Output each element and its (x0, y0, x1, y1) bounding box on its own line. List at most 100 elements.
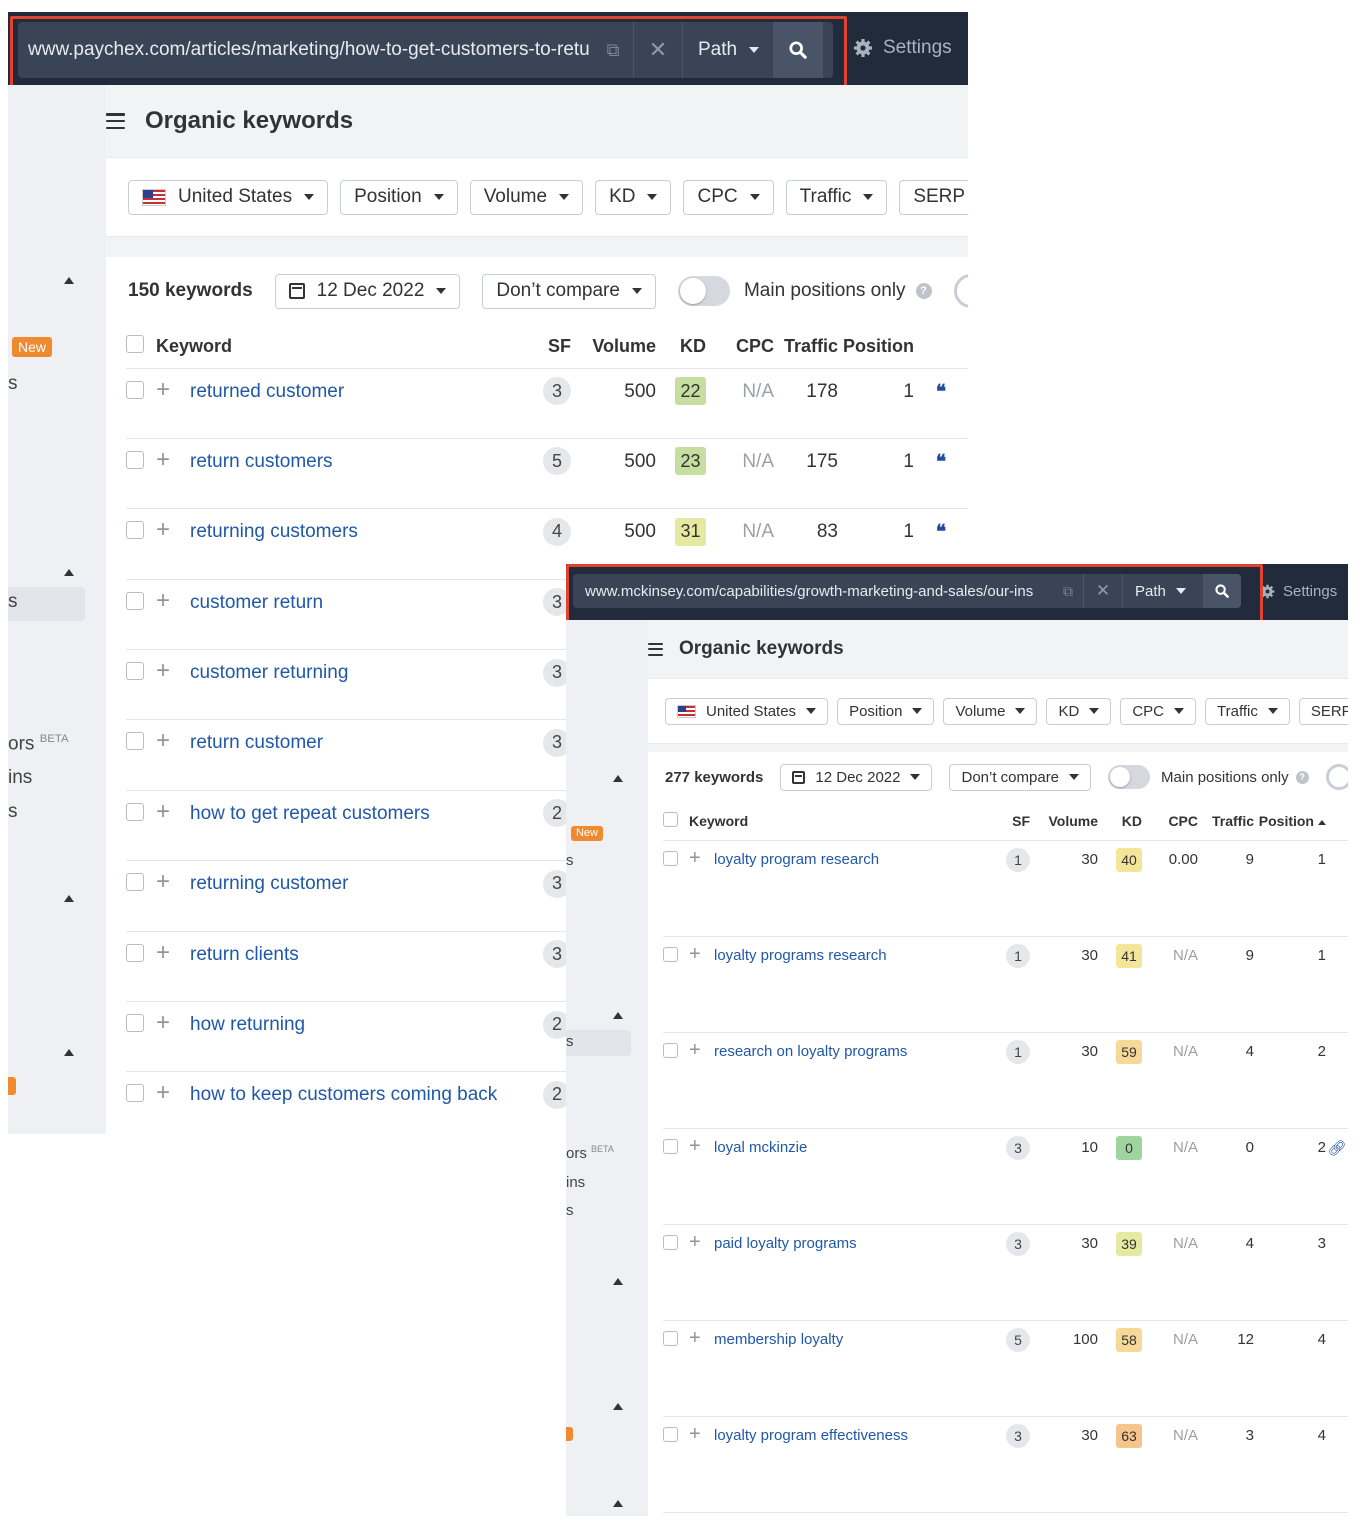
header-sf[interactable]: SF (530, 325, 571, 369)
collapse-caret-icon[interactable] (64, 277, 74, 284)
keyword-link[interactable]: how returning (190, 1014, 305, 1035)
sidebar-item-fragment[interactable]: s (566, 852, 574, 869)
keyword-link[interactable]: returning customer (190, 873, 348, 894)
add-keyword-icon[interactable]: + (156, 798, 170, 825)
menu-icon[interactable] (106, 113, 125, 129)
clear-icon[interactable]: ✕ (1083, 574, 1123, 608)
add-keyword-icon[interactable]: + (689, 1327, 701, 1349)
featured-snippet-quote-icon[interactable]: ❝ (936, 381, 946, 403)
header-cpc[interactable]: CPC (1142, 802, 1198, 841)
cpc-filter[interactable]: CPC (683, 179, 774, 215)
sf-badge[interactable]: 3 (1006, 1231, 1030, 1256)
header-traffic[interactable]: Traffic (1198, 802, 1254, 841)
sf-badge[interactable]: 4 (543, 517, 571, 546)
volume-filter[interactable]: Volume (943, 697, 1038, 725)
add-keyword-icon[interactable]: + (156, 516, 170, 543)
add-keyword-icon[interactable]: + (689, 1231, 701, 1253)
date-picker[interactable]: 12 Dec 2022 (780, 763, 933, 791)
sidebar-item-fragment[interactable]: ins (566, 1174, 585, 1191)
sidebar-item-competitors[interactable]: ors BETA (566, 1144, 614, 1162)
toggle-fragment[interactable] (1325, 764, 1348, 790)
path-dropdown[interactable]: Path (1123, 574, 1203, 608)
keyword-link[interactable]: return clients (190, 944, 299, 965)
sidebar-item-active[interactable]: s (566, 1030, 631, 1056)
help-icon[interactable]: ? (915, 283, 932, 299)
collapse-caret-icon[interactable] (613, 1012, 623, 1019)
add-keyword-icon[interactable]: + (156, 587, 170, 614)
sidebar-item-competitors[interactable]: ors BETA (8, 733, 69, 755)
sidebar-item-fragment[interactable]: s (8, 373, 18, 395)
sidebar-item-fragment[interactable]: s (566, 1202, 574, 1219)
row-checkbox[interactable] (126, 1014, 144, 1033)
sidebar-item-fragment[interactable]: ins (8, 767, 32, 789)
keyword-link[interactable]: return customer (190, 732, 323, 753)
collapse-caret-icon[interactable] (64, 569, 74, 576)
keyword-link[interactable]: returning customers (190, 521, 358, 542)
help-icon[interactable]: ? (1295, 770, 1309, 784)
clear-icon[interactable]: ✕ (633, 22, 683, 78)
sf-badge[interactable]: 1 (1006, 847, 1030, 872)
header-kd[interactable]: KD (1098, 802, 1142, 841)
sf-badge[interactable]: 5 (543, 447, 571, 476)
url-input[interactable]: www.mckinsey.com/capabilities/growth-mar… (573, 583, 1053, 600)
keyword-link[interactable]: how to get repeat customers (190, 803, 430, 824)
row-checkbox[interactable] (663, 946, 678, 962)
country-filter[interactable]: United States (665, 697, 829, 725)
add-keyword-icon[interactable]: + (156, 868, 170, 895)
add-keyword-icon[interactable]: + (156, 376, 170, 403)
keyword-link[interactable]: loyalty program effectiveness (714, 1427, 908, 1444)
main-positions-toggle[interactable] (1108, 765, 1151, 789)
keyword-link[interactable]: loyal mckinzie (714, 1139, 807, 1156)
search-button[interactable] (773, 22, 823, 78)
add-keyword-icon[interactable]: + (156, 727, 170, 754)
position-filter[interactable]: Position (340, 179, 458, 215)
sf-badge[interactable]: 3 (543, 377, 571, 405)
sf-badge[interactable]: 3 (1006, 1135, 1030, 1160)
sidebar-item-fragment[interactable]: s (8, 801, 18, 823)
row-checkbox[interactable] (663, 1426, 678, 1442)
row-checkbox[interactable] (126, 380, 144, 399)
row-checkbox[interactable] (663, 1138, 678, 1154)
position-filter[interactable]: Position (837, 697, 935, 725)
add-keyword-icon[interactable]: + (156, 657, 170, 684)
collapse-caret-icon[interactable] (64, 895, 74, 902)
collapse-caret-icon[interactable] (613, 1403, 623, 1410)
menu-icon[interactable] (648, 642, 663, 656)
header-volume[interactable]: Volume (571, 325, 656, 369)
traffic-filter[interactable]: Traffic (785, 179, 888, 215)
keyword-link[interactable]: paid loyalty programs (714, 1235, 857, 1252)
keyword-link[interactable]: loyalty programs research (714, 947, 887, 964)
country-filter[interactable]: United States (128, 179, 329, 215)
add-keyword-icon[interactable]: + (156, 939, 170, 966)
add-keyword-icon[interactable]: + (689, 1039, 701, 1061)
add-keyword-icon[interactable]: + (689, 943, 701, 965)
volume-filter[interactable]: Volume (469, 179, 584, 215)
row-checkbox[interactable] (663, 1234, 678, 1250)
row-checkbox[interactable] (126, 943, 144, 962)
sf-badge[interactable]: 1 (1006, 1039, 1030, 1064)
serp-features-filter[interactable]: SERP f (899, 179, 968, 215)
row-checkbox[interactable] (126, 450, 144, 469)
keyword-link[interactable]: loyalty program research (714, 851, 879, 868)
header-position[interactable]: Position (838, 325, 914, 369)
select-all-checkbox[interactable] (663, 811, 678, 827)
link-icon[interactable]: 🔗︎ (1327, 1140, 1346, 1157)
kd-filter[interactable]: KD (595, 179, 672, 215)
url-input[interactable]: www.paychex.com/articles/marketing/how-t… (18, 39, 593, 61)
main-positions-toggle[interactable] (677, 276, 730, 306)
add-keyword-icon[interactable]: + (689, 1423, 701, 1445)
row-checkbox[interactable] (126, 802, 144, 821)
settings-button[interactable]: Settings (1260, 583, 1337, 600)
header-volume[interactable]: Volume (1030, 802, 1098, 841)
featured-snippet-quote-icon[interactable]: ❝ (936, 521, 946, 543)
keyword-link[interactable]: membership loyalty (714, 1331, 843, 1348)
collapse-caret-icon[interactable] (613, 1278, 623, 1285)
header-traffic[interactable]: Traffic (774, 325, 838, 369)
keyword-link[interactable]: customer returning (190, 662, 348, 683)
toggle-fragment[interactable] (953, 274, 968, 308)
header-kd[interactable]: KD (656, 325, 706, 369)
kd-filter[interactable]: KD (1046, 697, 1112, 725)
row-checkbox[interactable] (126, 662, 144, 681)
add-keyword-icon[interactable]: + (689, 847, 701, 869)
select-all-checkbox[interactable] (126, 334, 144, 353)
